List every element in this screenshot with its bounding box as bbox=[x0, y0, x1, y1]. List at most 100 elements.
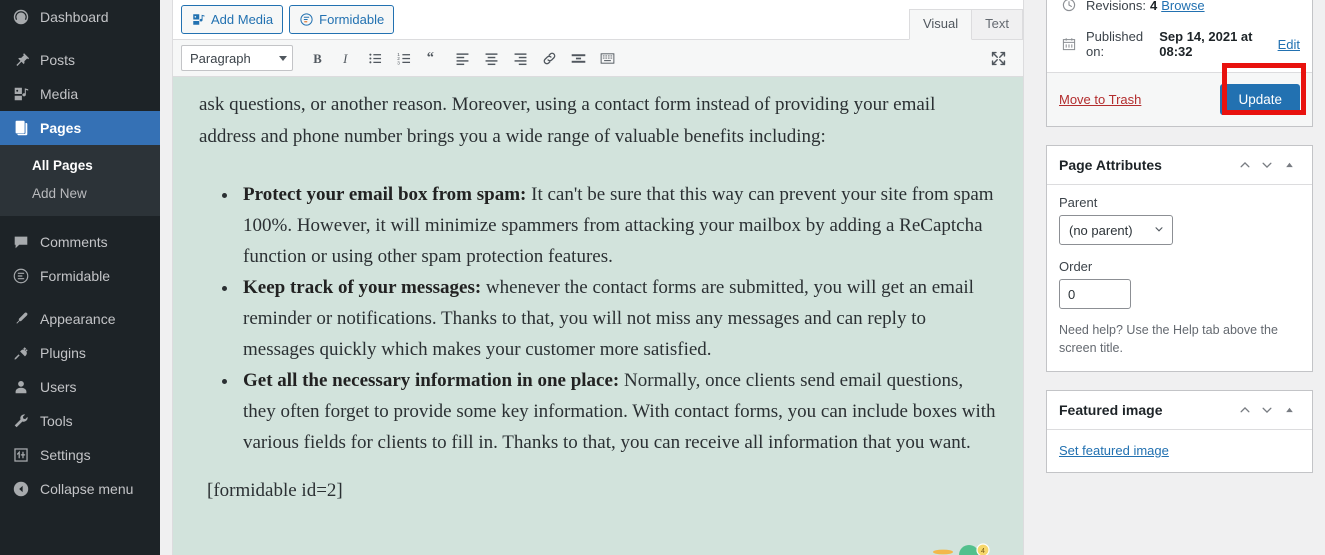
sidebar-item-label: Comments bbox=[40, 234, 108, 250]
list-item-strong: Protect your email box from spam: bbox=[243, 184, 527, 205]
align-right-icon[interactable] bbox=[506, 44, 534, 72]
sidebar-item-media[interactable]: Media bbox=[0, 77, 160, 111]
clock-icon bbox=[1059, 0, 1079, 15]
update-button[interactable]: Update bbox=[1220, 84, 1300, 115]
numbered-list-icon[interactable]: 123 bbox=[390, 44, 418, 72]
svg-text:B: B bbox=[313, 51, 322, 65]
pin-icon bbox=[11, 50, 31, 70]
sidebar-item-label: Settings bbox=[40, 447, 91, 463]
sidebar-item-label: Tools bbox=[40, 413, 73, 429]
panel-title: Featured image bbox=[1059, 402, 1163, 418]
sidebar-item-settings[interactable]: Settings bbox=[0, 438, 160, 472]
submenu-item-all-pages[interactable]: All Pages bbox=[0, 152, 160, 180]
read-more-icon[interactable] bbox=[564, 44, 592, 72]
sidebar-item-users[interactable]: Users bbox=[0, 370, 160, 404]
sidebar-item-label: Pages bbox=[40, 120, 82, 136]
order-input[interactable] bbox=[1059, 279, 1131, 309]
pages-submenu: All Pages Add New bbox=[0, 145, 160, 216]
paragraph-format-select[interactable]: Paragraph bbox=[181, 45, 293, 71]
toggle-panel-icon[interactable] bbox=[1278, 155, 1300, 175]
move-to-trash-link[interactable]: Move to Trash bbox=[1059, 92, 1141, 107]
parent-label: Parent bbox=[1059, 195, 1098, 210]
formidable-button[interactable]: Formidable bbox=[289, 5, 395, 34]
move-up-icon[interactable] bbox=[1234, 155, 1256, 175]
sidebar-item-dashboard[interactable]: Dashboard bbox=[0, 0, 160, 34]
list-item: Keep track of your messages: whenever th… bbox=[239, 272, 997, 365]
edit-published-date-link[interactable]: Edit bbox=[1278, 37, 1300, 52]
tab-visual[interactable]: Visual bbox=[908, 9, 973, 40]
set-featured-image-link[interactable]: Set featured image bbox=[1059, 443, 1169, 458]
calendar-icon bbox=[1059, 34, 1079, 54]
sidebar-item-comments[interactable]: Comments bbox=[0, 225, 160, 259]
formidable-icon bbox=[299, 12, 314, 27]
sidebar-item-formidable[interactable]: Formidable bbox=[0, 259, 160, 293]
media-icon bbox=[191, 12, 206, 27]
editor-column: Add Media Formidable Visual Text Paragra… bbox=[160, 0, 1040, 555]
revisions-label: Revisions: bbox=[1086, 0, 1146, 13]
plugins-icon bbox=[11, 343, 31, 363]
align-center-icon[interactable] bbox=[477, 44, 505, 72]
move-up-icon[interactable] bbox=[1234, 400, 1256, 420]
wordpress-page-editor-screen: Dashboard Posts Media Pages All Pages Ad… bbox=[0, 0, 1325, 555]
publish-box: Visibility: Public Revisions: 4 Browse P… bbox=[1046, 0, 1313, 127]
menu-separator bbox=[0, 293, 160, 302]
featured-image-panel: Featured image Set featured image bbox=[1046, 390, 1313, 473]
move-down-icon[interactable] bbox=[1256, 400, 1278, 420]
fullscreen-icon[interactable] bbox=[984, 44, 1012, 72]
appearance-icon bbox=[11, 309, 31, 329]
published-on-row: Published on: Sep 14, 2021 at 08:32 Edit bbox=[1059, 22, 1300, 66]
pages-icon bbox=[11, 118, 31, 138]
parent-select-value: (no parent) bbox=[1069, 222, 1133, 238]
list-item-strong: Keep track of your messages: bbox=[243, 277, 482, 298]
publish-rows: Revisions: 4 Browse Published on: Sep 14… bbox=[1047, 0, 1312, 72]
sidebar-item-label: Collapse menu bbox=[40, 481, 134, 497]
sidebar-item-label: Plugins bbox=[40, 345, 86, 361]
sidebar-item-label: Formidable bbox=[40, 268, 111, 284]
list-item: Get all the necessary information in one… bbox=[239, 365, 997, 458]
content-paragraph: ask questions, or another reason. Moreov… bbox=[199, 94, 936, 147]
svg-text:I: I bbox=[342, 51, 348, 65]
sidebar-item-collapse-menu[interactable]: Collapse menu bbox=[0, 472, 160, 506]
blockquote-icon[interactable]: “ bbox=[419, 44, 447, 72]
sidebar-item-label: Dashboard bbox=[40, 9, 109, 25]
order-label: Order bbox=[1059, 259, 1093, 274]
italic-icon[interactable]: I bbox=[332, 44, 360, 72]
sidebar-item-appearance[interactable]: Appearance bbox=[0, 302, 160, 336]
bold-icon[interactable]: B bbox=[303, 44, 331, 72]
browse-revisions-link[interactable]: Browse bbox=[1161, 0, 1204, 13]
page-attributes-body: Parent (no parent) Order Need help? Use … bbox=[1047, 185, 1312, 371]
submenu-item-add-new[interactable]: Add New bbox=[0, 180, 160, 208]
tab-text[interactable]: Text bbox=[971, 9, 1023, 39]
page-attributes-header: Page Attributes bbox=[1047, 146, 1312, 185]
sidebar-item-pages[interactable]: Pages bbox=[0, 111, 168, 145]
sidebar-item-posts[interactable]: Posts bbox=[0, 43, 160, 77]
link-icon[interactable] bbox=[535, 44, 563, 72]
toggle-panel-icon[interactable] bbox=[1278, 400, 1300, 420]
sidebar-item-label: Media bbox=[40, 86, 79, 102]
published-date: Sep 14, 2021 at 08:32 bbox=[1159, 29, 1253, 59]
editor-content-area[interactable]: ask questions, or another reason. Moreov… bbox=[173, 77, 1023, 555]
formidable-icon bbox=[11, 266, 31, 286]
admin-sidebar: Dashboard Posts Media Pages All Pages Ad… bbox=[0, 0, 168, 555]
users-icon bbox=[11, 377, 31, 397]
panel-title: Page Attributes bbox=[1059, 157, 1162, 173]
featured-image-header: Featured image bbox=[1047, 391, 1312, 430]
sidebar-item-label: Appearance bbox=[40, 311, 116, 327]
editor-mode-tabs: Visual Text bbox=[908, 9, 1023, 40]
paragraph-format-value: Paragraph bbox=[190, 50, 251, 66]
sidebar-item-plugins[interactable]: Plugins bbox=[0, 336, 160, 370]
post-editor: Add Media Formidable Visual Text Paragra… bbox=[172, 0, 1024, 555]
bulleted-list-icon[interactable] bbox=[361, 44, 389, 72]
page-attributes-panel: Page Attributes Parent (no parent) Order… bbox=[1046, 145, 1313, 372]
menu-separator bbox=[0, 34, 160, 43]
add-media-button[interactable]: Add Media bbox=[181, 5, 284, 34]
toolbar-toggle-icon[interactable] bbox=[593, 44, 621, 72]
align-left-icon[interactable] bbox=[448, 44, 476, 72]
sidebar-item-tools[interactable]: Tools bbox=[0, 404, 160, 438]
add-media-label: Add Media bbox=[211, 12, 274, 27]
svg-text:“: “ bbox=[426, 50, 433, 66]
parent-select[interactable]: (no parent) bbox=[1059, 215, 1173, 245]
move-down-icon[interactable] bbox=[1256, 155, 1278, 175]
comments-icon bbox=[11, 232, 31, 252]
media-icon bbox=[11, 84, 31, 104]
